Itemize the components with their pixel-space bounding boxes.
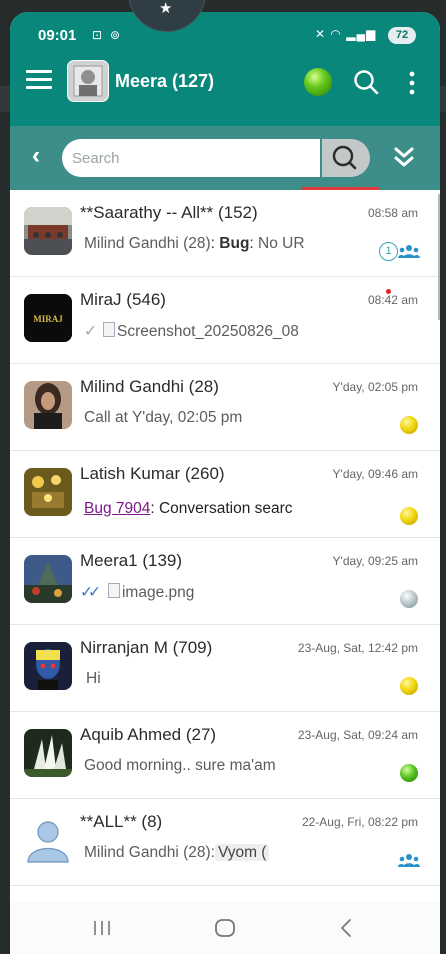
conversation-name: Aquib Ahmed (27) [80,725,217,744]
connectivity-icons: ✕ ◠ ▂▄▆ [315,27,376,41]
expand-down-icon[interactable] [393,144,415,175]
conversation-avatar [24,381,72,429]
preview-text: Vyom ( [214,844,270,861]
app-notification-icon: ⊚ [110,28,121,42]
conversation-row[interactable]: **Saarathy -- All** (152) 08:58 am Milin… [10,190,440,277]
status-time: 09:01 [38,27,77,44]
search-input[interactable] [62,139,320,177]
conversation-row[interactable]: Milind Gandhi (28) Y'day, 02:05 pm Call … [10,364,440,451]
message-preview: Good morning.. sure ma'am [84,757,276,774]
conversation-time: Y'day, 09:46 am [332,467,418,481]
file-icon [107,583,120,598]
message-preview: ✓ Screenshot_20250826_08 [84,322,299,341]
preview-text: : Conversation searc [150,500,293,517]
phone-screen: 09:01 ⊡ ⊚ ✕ ◠ ▂▄▆ 72 Meera (127) ‹ [10,12,440,954]
conversation-time: Y'day, 02:05 pm [332,380,418,394]
account-title[interactable]: Meera (127) [115,71,214,92]
status-bar: 09:01 ⊡ ⊚ ✕ ◠ ▂▄▆ 72 [10,12,440,48]
status-green-icon [400,764,418,782]
conversation-name: Latish Kumar (260) [80,464,225,483]
conversation-name: Meera1 (139) [80,551,183,570]
profile-avatar[interactable] [67,60,109,102]
file-icon [103,322,115,337]
search-icon[interactable] [352,68,380,101]
conversation-name: **Saarathy -- All** (152) [80,203,258,222]
message-preview: Milind Gandhi (28): Bug: No UR [84,235,305,252]
back-icon[interactable] [338,918,354,938]
app-bar: Meera (127) [10,48,440,126]
status-yellow-icon [400,416,418,434]
signal-icon: ▂▄▆ [346,27,377,41]
message-preview: Milind Gandhi (28): Vyom ( [84,844,270,862]
wifi-icon: ◠ [330,27,342,41]
preview-text: No UR [258,235,305,252]
conversation-row[interactable]: **ALL** (8) 22-Aug, Fri, 08:22 pm Milind… [10,799,440,886]
conversation-name: MiraJ (546) [80,290,166,309]
conversation-time: 23-Aug, Sat, 09:24 am [297,728,418,742]
group-icon [398,854,420,867]
recent-apps-icon[interactable] [92,919,112,937]
conversation-row[interactable]: Aquib Ahmed (27) 23-Aug, Sat, 09:24 am G… [10,712,440,799]
conversation-time: 23-Aug, Sat, 12:42 pm [297,641,418,655]
default-person-icon [24,816,72,864]
conversation-time: Y'day, 09:25 am [332,554,418,568]
status-yellow-icon [400,507,418,525]
message-preview: ✓✓ image.png [80,583,194,602]
avatar-text: MIRAJ [33,314,63,324]
read-ticks-icon: ✓✓ [80,584,101,601]
message-preview: Hi [86,670,101,687]
conversation-list[interactable]: **Saarathy -- All** (152) 08:58 am Milin… [10,190,440,902]
conversation-time: 08:58 am [367,206,418,220]
conversation-avatar [24,816,72,864]
preview-label: Bug [219,235,250,252]
home-icon[interactable] [214,918,236,938]
screen-record-icon: ⊡ [92,28,103,42]
star-icon: ★ [159,0,173,17]
conversation-row-partial[interactable] [10,886,440,902]
system-nav-bar [10,902,440,954]
status-grey-icon [400,590,418,608]
mute-icon: ✕ [315,27,327,41]
conversation-row[interactable]: Nirranjan M (709) 23-Aug, Sat, 12:42 pm … [10,625,440,712]
conversation-row[interactable]: Meera1 (139) Y'day, 09:25 am ✓✓ image.png [10,538,440,625]
search-bar: ‹‹ [10,126,440,190]
conversation-name: Milind Gandhi (28) [80,377,219,396]
conversation-time: 22-Aug, Fri, 08:22 pm [301,815,418,829]
preview-sender: Milind Gandhi (28): [84,844,215,861]
preview-text: Screenshot_20250826_08 [117,323,299,340]
conversation-avatar [24,207,72,255]
status-yellow-icon [400,677,418,695]
presence-status-icon[interactable] [304,68,332,96]
search-submit-button[interactable] [322,139,370,177]
conversation-row[interactable]: MIRAJ MiraJ (546) 08:42 am ✓ Screenshot_2… [10,277,440,364]
battery-indicator: 72 [388,27,416,44]
conversation-avatar [24,729,72,777]
menu-icon[interactable] [26,70,52,90]
more-options-icon[interactable] [408,70,416,101]
conversation-name: Nirranjan M (709) [80,638,213,657]
group-icon [398,245,420,258]
profile-photo [68,61,108,101]
preview-text: image.png [121,584,195,601]
conversation-name: **ALL** (8) [80,812,163,831]
preview-sender: Milind Gandhi (28) [84,235,211,252]
conversation-avatar [24,468,72,516]
sent-tick-icon: ✓ [84,323,97,340]
unread-count-badge: 1 [379,242,398,261]
conversation-avatar: MIRAJ [24,294,72,342]
conversation-time: 08:42 am [367,293,418,307]
message-preview: Call at Y'day, 02:05 pm [84,409,243,426]
conversation-avatar [24,555,72,603]
list-scrollbar[interactable] [438,194,440,320]
bug-link[interactable]: Bug 7904 [84,500,150,517]
conversation-avatar [24,642,72,690]
message-preview: Bug 7904: Conversation searc [84,500,293,518]
conversation-row[interactable]: Latish Kumar (260) Y'day, 09:46 am Bug 7… [10,451,440,538]
magnifier-icon [332,145,357,170]
